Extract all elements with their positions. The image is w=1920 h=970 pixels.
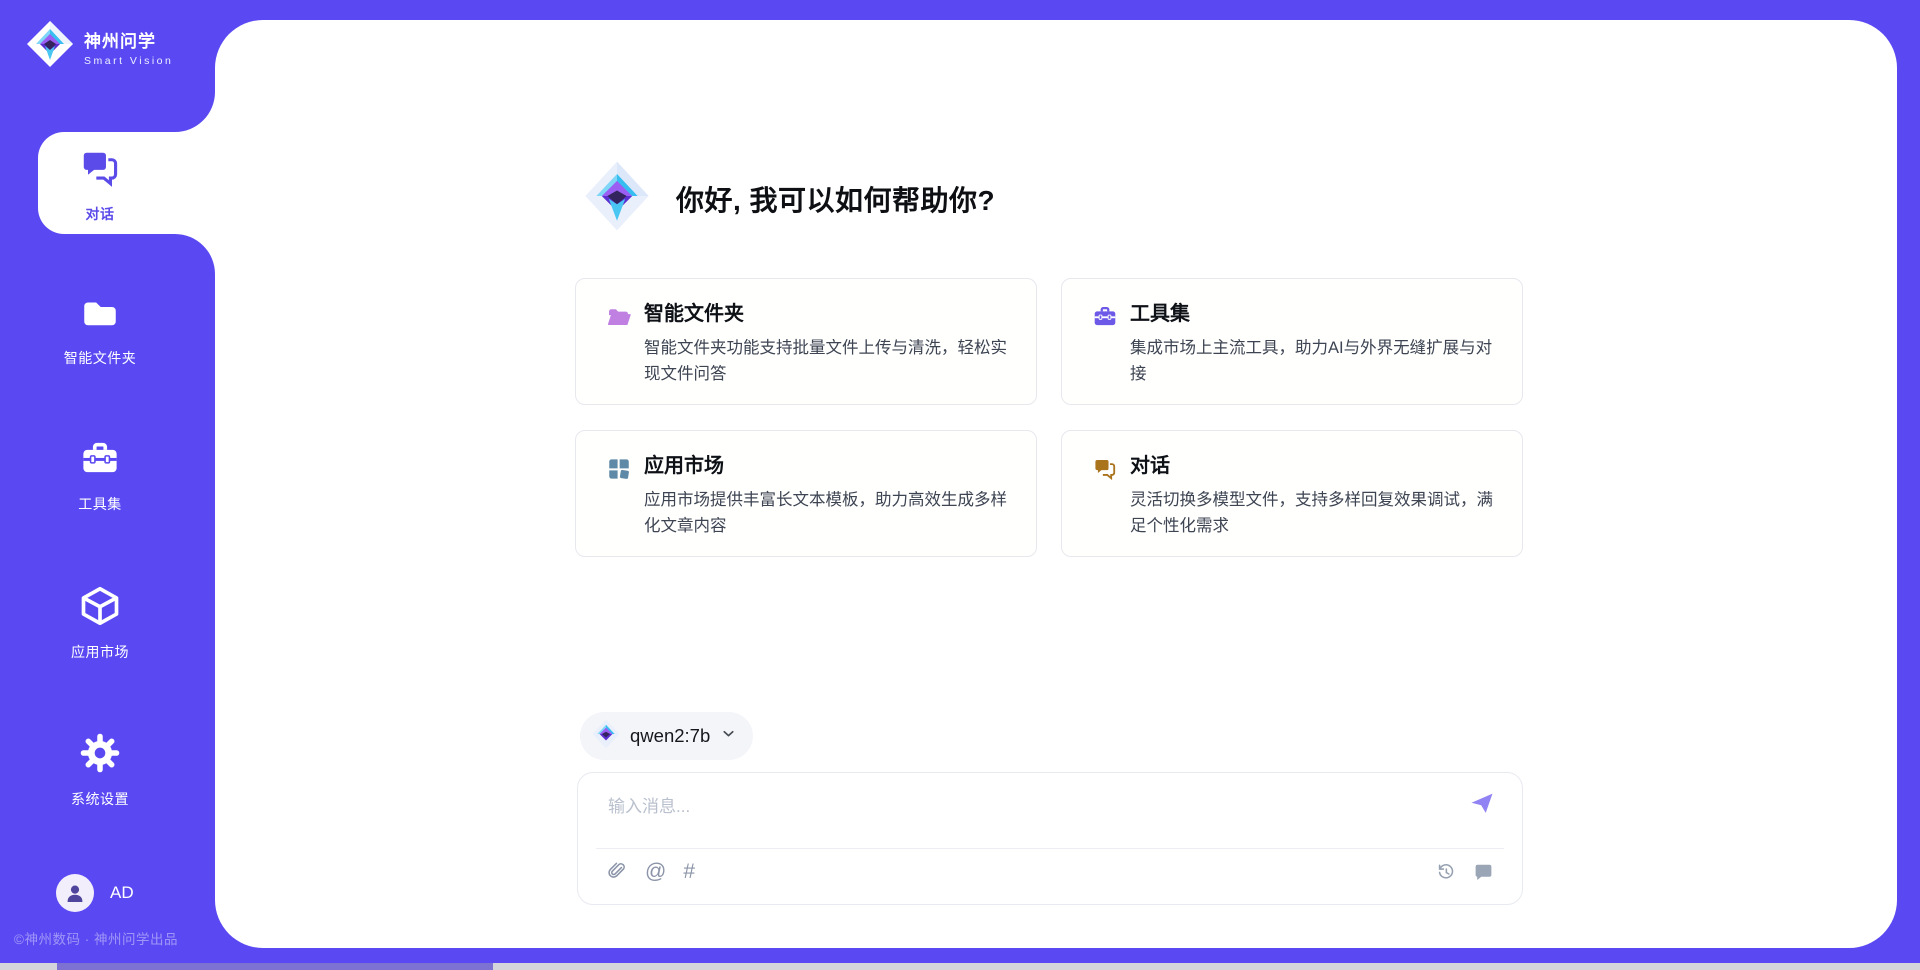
card-smart-folder[interactable]: 智能文件夹 智能文件夹功能支持批量文件上传与清洗，轻松实现文件问答	[575, 278, 1037, 405]
greeting-title: 你好, 我可以如何帮助你?	[676, 179, 995, 219]
paperclip-icon[interactable]	[606, 861, 628, 883]
assistant-logo-icon	[584, 160, 650, 237]
model-selector[interactable]: qwen2:7b	[580, 712, 753, 760]
sidebar: 神州问学 Smart Vision 对话 智能文件夹	[0, 0, 215, 970]
cube-icon	[78, 584, 122, 633]
history-icon[interactable]	[1435, 861, 1457, 883]
brand: 神州问学 Smart Vision	[26, 20, 173, 73]
card-description: 应用市场提供丰富长文本模板，助力高效生成多样化文章内容	[644, 487, 1010, 540]
brand-logo-icon	[26, 20, 74, 73]
sidebar-item-label: 系统设置	[71, 789, 129, 809]
card-app-market[interactable]: 应用市场 应用市场提供丰富长文本模板，助力高效生成多样化文章内容	[575, 430, 1037, 557]
message-composer: @ #	[577, 772, 1523, 905]
copyright-text: ©神州数码 · 神州问学出品	[14, 928, 178, 948]
sidebar-item-label: 应用市场	[71, 642, 129, 662]
chat-bubbles-icon	[1092, 456, 1118, 482]
hash-icon[interactable]: #	[683, 861, 695, 883]
model-logo-icon	[592, 719, 620, 754]
composer-divider	[596, 848, 1504, 849]
brand-subtitle: Smart Vision	[84, 55, 173, 67]
sidebar-item-smart-folder[interactable]: 智能文件夹	[0, 292, 200, 368]
card-title: 对话	[1130, 453, 1496, 479]
fillet-top	[175, 92, 215, 132]
sidebar-item-settings[interactable]: 系统设置	[0, 731, 200, 809]
sidebar-item-app-market[interactable]: 应用市场	[0, 584, 200, 662]
sidebar-item-label: 工具集	[78, 494, 122, 514]
send-icon[interactable]	[1468, 789, 1496, 817]
card-description: 智能文件夹功能支持批量文件上传与清洗，轻松实现文件问答	[644, 335, 1010, 388]
message-input[interactable]	[606, 789, 1430, 825]
sidebar-item-label: 对话	[86, 204, 115, 224]
app-root: 神州问学 Smart Vision 对话 智能文件夹	[0, 0, 1920, 970]
user-account[interactable]: AD	[56, 874, 134, 912]
card-title: 工具集	[1130, 301, 1496, 327]
feedback-bubble-icon[interactable]	[1473, 862, 1494, 883]
greeting: 你好, 我可以如何帮助你?	[584, 160, 995, 237]
chevron-down-icon	[720, 725, 737, 747]
card-chat[interactable]: 对话 灵活切换多模型文件，支持多样回复效果调试，满足个性化需求	[1061, 430, 1523, 557]
sidebar-item-toolset[interactable]: 工具集	[0, 438, 200, 514]
fillet-bottom	[175, 234, 215, 274]
card-toolset[interactable]: 工具集 集成市场上主流工具，助力AI与外界无缝扩展与对接	[1061, 278, 1523, 405]
card-description: 灵活切换多模型文件，支持多样回复效果调试，满足个性化需求	[1130, 487, 1496, 540]
model-label: qwen2:7b	[630, 725, 710, 747]
avatar	[56, 874, 94, 912]
sidebar-item-label: 智能文件夹	[64, 348, 137, 368]
mention-icon[interactable]: @	[645, 861, 666, 883]
card-title: 应用市场	[644, 453, 1010, 479]
briefcase-icon	[79, 438, 121, 485]
sidebar-item-chat[interactable]: 对话	[0, 146, 200, 224]
folder-icon	[79, 292, 121, 339]
scrollbar-thumb[interactable]	[57, 963, 493, 970]
folder-open-icon	[606, 304, 632, 330]
gear-icon	[78, 731, 122, 780]
user-name: AD	[110, 883, 134, 903]
chat-bubbles-icon	[78, 146, 122, 195]
grid-icon	[606, 456, 632, 482]
horizontal-scrollbar	[0, 963, 1920, 970]
brand-name: 神州问学	[84, 27, 173, 52]
briefcase-icon	[1092, 304, 1118, 330]
card-title: 智能文件夹	[644, 301, 1010, 327]
card-description: 集成市场上主流工具，助力AI与外界无缝扩展与对接	[1130, 335, 1496, 388]
